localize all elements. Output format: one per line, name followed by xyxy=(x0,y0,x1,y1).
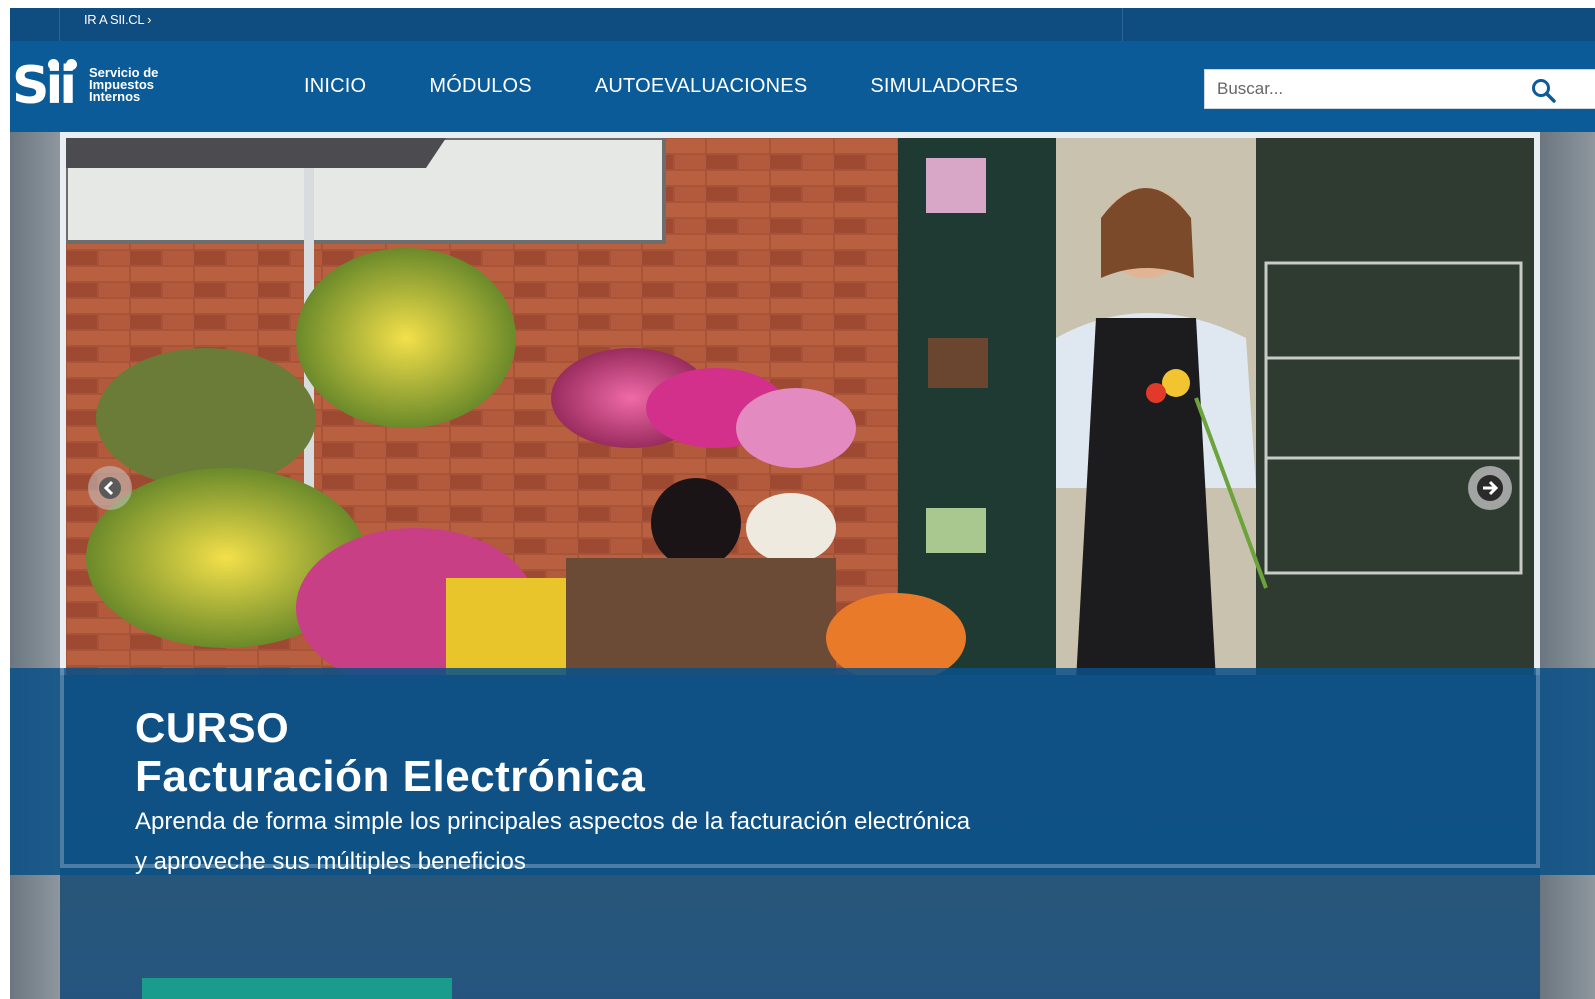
main-header: Sii Servicio de Impuestos Internos INICI… xyxy=(10,41,1595,132)
logo-dot xyxy=(66,59,77,70)
hero-cta-button[interactable] xyxy=(142,978,452,999)
hero-carousel: CURSO Facturación Electrónica Aprenda de… xyxy=(10,132,1595,999)
hero-description-line2: y aproveche sus múltiples beneficios xyxy=(135,848,526,875)
hero-title-line2: Facturación Electrónica xyxy=(135,752,646,801)
page-frame: IR A SII.CL › Sii Servicio de Impuestos … xyxy=(10,8,1595,999)
hero-image xyxy=(60,132,1540,675)
hero-caption: CURSO Facturación Electrónica Aprenda de… xyxy=(10,668,1595,875)
sii-logo[interactable]: Sii Servicio de Impuestos Internos xyxy=(10,57,180,117)
hero-title-line1: CURSO xyxy=(135,704,290,751)
logo-mark: Sii xyxy=(12,56,77,116)
hero-description-line1: Aprenda de forma simple los principales … xyxy=(135,808,971,835)
arrow-left-icon xyxy=(99,477,121,499)
arrow-right-icon xyxy=(1477,475,1503,501)
top-utility-bar: IR A SII.CL › xyxy=(10,8,1595,41)
topbar-divider xyxy=(1122,8,1123,41)
logo-text: Servicio de Impuestos Internos xyxy=(89,66,158,104)
search-input[interactable] xyxy=(1217,70,1537,108)
go-to-sii-link[interactable]: IR A SII.CL › xyxy=(84,12,151,27)
logo-dot xyxy=(48,59,59,70)
nav-item-simuladores[interactable]: SIMULADORES xyxy=(870,75,1018,98)
topbar-divider xyxy=(59,8,60,41)
carousel-next-button[interactable] xyxy=(1468,466,1512,510)
main-nav: INICIO MÓDULOS AUTOEVALUACIONES SIMULADO… xyxy=(304,41,1081,132)
search-box xyxy=(1204,69,1595,109)
nav-item-autoevaluaciones[interactable]: AUTOEVALUACIONES xyxy=(595,75,808,98)
logo-text-line: Internos xyxy=(89,89,141,104)
nav-item-modulos[interactable]: MÓDULOS xyxy=(429,75,532,98)
nav-item-inicio[interactable]: INICIO xyxy=(304,75,366,98)
search-icon[interactable] xyxy=(1531,78,1557,104)
carousel-prev-button[interactable] xyxy=(88,466,132,510)
